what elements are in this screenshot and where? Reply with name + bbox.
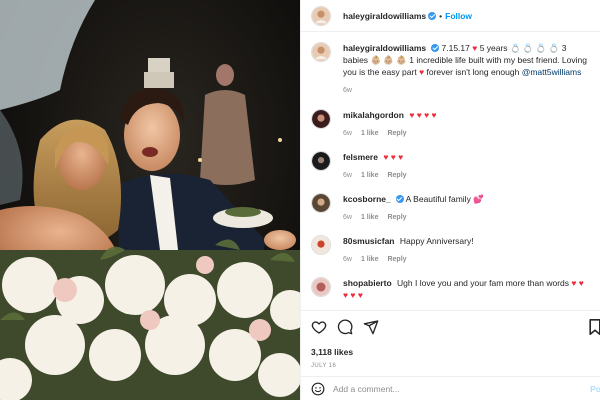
comment-likes[interactable]: 1 like: [361, 172, 379, 179]
comment-body: mikalahgordon ♥ ♥ ♥ ♥ 6w 1 like Reply: [343, 109, 591, 140]
heart-emoji-icon: ♥ ♥ ♥ ♥: [409, 110, 437, 120]
caption-text-years: 5 years: [479, 43, 508, 53]
caption-row: haleygiraldowilliams 7.15.17 ♥ 5 years 💍…: [311, 42, 591, 97]
caption-meta: 6w: [343, 85, 591, 97]
comment-likes[interactable]: 1 like: [361, 214, 379, 221]
author-avatar[interactable]: [311, 5, 331, 26]
commenter-avatar[interactable]: [311, 277, 331, 297]
comment-row: 80smusicfan Happy Anniversary! 6w 1 like R…: [311, 235, 591, 266]
comment-likes[interactable]: 1 like: [361, 130, 379, 137]
caption-time[interactable]: 6w: [343, 87, 352, 94]
likes-count[interactable]: 3,118 likes: [311, 347, 353, 357]
bookmark-icon[interactable]: [589, 319, 600, 335]
ring-emoji-icon: 💍 💍 💍 💍: [509, 43, 560, 53]
comment-body: kcosborne_ A Beautiful family 💕 6w 1 like…: [343, 193, 591, 224]
instagram-post: haleygiraldowilliams • Follow haleygiral…: [0, 0, 600, 400]
comment-row: mikalahgordon ♥ ♥ ♥ ♥ 6w 1 like Reply: [311, 109, 591, 140]
comment-username[interactable]: 80smusicfan: [343, 236, 395, 246]
share-icon[interactable]: [363, 319, 379, 335]
reply-button[interactable]: Reply: [387, 214, 406, 221]
heart-icon[interactable]: [311, 319, 327, 335]
comment-input[interactable]: [333, 384, 573, 394]
comment-likes[interactable]: 1 like: [361, 256, 379, 263]
reply-button[interactable]: Reply: [387, 256, 406, 263]
comment-time[interactable]: 6w: [343, 256, 352, 263]
heart-emoji-icon: ♥: [419, 67, 425, 77]
reply-button[interactable]: Reply: [387, 172, 406, 179]
verified-badge-icon: [395, 195, 404, 203]
header-separator: •: [439, 10, 443, 21]
wedding-photo-image: [0, 0, 300, 400]
emoji-icon[interactable]: [311, 382, 325, 396]
caption-body: haleygiraldowilliams 7.15.17 ♥ 5 years 💍…: [343, 42, 591, 97]
verified-badge-icon: [428, 11, 437, 20]
mention-link[interactable]: @matt5williams: [522, 67, 582, 77]
header-username[interactable]: haleygiraldowilliams: [343, 11, 426, 21]
baby-emoji-icon: 👶🏼 👶🏼 👶🏼: [370, 55, 407, 65]
commenter-avatar[interactable]: [311, 109, 331, 129]
comment-icon[interactable]: [337, 319, 353, 335]
comment-row: kcosborne_ A Beautiful family 💕 6w 1 like…: [311, 193, 591, 224]
comment-username[interactable]: felsmere: [343, 152, 378, 162]
two-hearts-emoji-icon: 💕: [473, 194, 484, 204]
comment-row: felsmere ♥ ♥ ♥ 6w 1 like Reply: [311, 151, 591, 182]
caption-text-date: 7.15.17: [441, 43, 470, 53]
comment-text: A Beautiful family: [405, 194, 471, 204]
comment-meta: 6w 1 like Reply: [343, 128, 591, 140]
post-side-panel: haleygiraldowilliams • Follow haleygiral…: [300, 0, 600, 400]
comments-list[interactable]: haleygiraldowilliams 7.15.17 ♥ 5 years 💍…: [301, 32, 600, 310]
commenter-avatar[interactable]: [311, 235, 331, 255]
comment-time[interactable]: 6w: [343, 214, 352, 221]
comment-time[interactable]: 6w: [343, 130, 352, 137]
heart-emoji-icon: ♥ ♥ ♥: [383, 152, 404, 162]
commenter-avatar[interactable]: [311, 193, 331, 213]
caption-username[interactable]: haleygiraldowilliams: [343, 43, 426, 53]
comment-text: Happy Anniversary!: [399, 236, 474, 246]
post-actions: 3,118 likes JULY 16 Po: [301, 310, 600, 400]
comment-meta: 6w 1 like Reply: [343, 170, 591, 182]
comment-time[interactable]: 6w: [343, 172, 352, 179]
action-icons: [311, 319, 389, 337]
comment-username[interactable]: shopabierto: [343, 278, 392, 288]
verified-badge-icon: [431, 44, 440, 52]
heart-emoji-icon: ♥: [472, 43, 478, 53]
comment-meta: 6w 1 like Reply: [343, 212, 591, 224]
comment-body: felsmere ♥ ♥ ♥ 6w 1 like Reply: [343, 151, 591, 182]
comment-text: Ugh I love you and your fam more than wo…: [397, 278, 570, 288]
comment-meta: 6w 1 like Reply: [343, 254, 591, 266]
post-comment-button[interactable]: Po: [590, 384, 600, 394]
comment-username[interactable]: kcosborne_: [343, 194, 391, 204]
post-header: haleygiraldowilliams • Follow: [301, 0, 600, 32]
follow-button[interactable]: Follow: [445, 11, 472, 21]
post-date[interactable]: JULY 16: [311, 363, 336, 369]
reply-button[interactable]: Reply: [387, 130, 406, 137]
add-comment-bar: Po: [301, 376, 600, 400]
comment-body: 80smusicfan Happy Anniversary! 6w 1 like R…: [343, 235, 591, 266]
post-photo[interactable]: [0, 0, 300, 400]
comment-username[interactable]: mikalahgordon: [343, 110, 404, 120]
comment-body: shopabierto Ugh I love you and your fam …: [343, 277, 591, 301]
comment-row: shopabierto Ugh I love you and your fam …: [311, 277, 591, 301]
caption-avatar[interactable]: [311, 42, 331, 62]
commenter-avatar[interactable]: [311, 151, 331, 171]
caption-text-forever: forever isn't long enough: [426, 67, 520, 77]
